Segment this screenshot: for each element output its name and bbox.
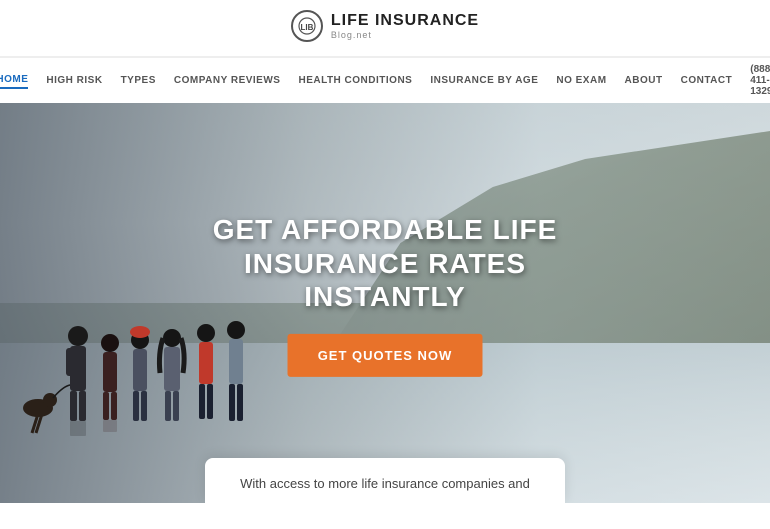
hero-section: GET AFFORDABLE LIFE INSURANCE RATES INST… — [0, 103, 770, 503]
nav-item-company-reviews[interactable]: COMPANY REVIEWS — [174, 73, 281, 88]
nav-item-about[interactable]: ABOUT — [625, 73, 663, 88]
nav-item-high-risk[interactable]: HIGH RISK — [46, 73, 102, 88]
svg-text:LIB: LIB — [300, 23, 313, 32]
main-nav: HOME HIGH RISK TYPES COMPANY REVIEWS HEA… — [0, 57, 770, 103]
site-header: LIB Life Insurance Blog.net — [0, 0, 770, 57]
nav-item-insurance-by-age[interactable]: INSURANCE BY AGE — [430, 73, 538, 88]
nav-item-home[interactable]: HOME — [0, 72, 28, 89]
get-quotes-button[interactable]: GET QUOTES NOW — [288, 334, 483, 377]
bottom-card: With access to more life insurance compa… — [205, 458, 565, 504]
nav-phone[interactable]: (888) 411-1329 — [750, 64, 770, 97]
nav-item-no-exam[interactable]: NO EXAM — [556, 73, 606, 88]
logo-icon: LIB — [291, 10, 323, 42]
nav-item-types[interactable]: TYPES — [121, 73, 156, 88]
logo-title: Life Insurance — [331, 12, 479, 30]
nav-item-contact[interactable]: CONTACT — [681, 73, 733, 88]
nav-item-health-conditions[interactable]: HEALTH CONDITIONS — [298, 73, 412, 88]
hero-title: GET AFFORDABLE LIFE INSURANCE RATES INST… — [193, 213, 578, 314]
logo[interactable]: LIB Life Insurance Blog.net — [0, 10, 770, 42]
bottom-card-text: With access to more life insurance compa… — [225, 474, 545, 494]
logo-subtitle: Blog.net — [331, 30, 479, 40]
logo-text: Life Insurance Blog.net — [331, 12, 479, 40]
hero-content: GET AFFORDABLE LIFE INSURANCE RATES INST… — [193, 213, 578, 377]
